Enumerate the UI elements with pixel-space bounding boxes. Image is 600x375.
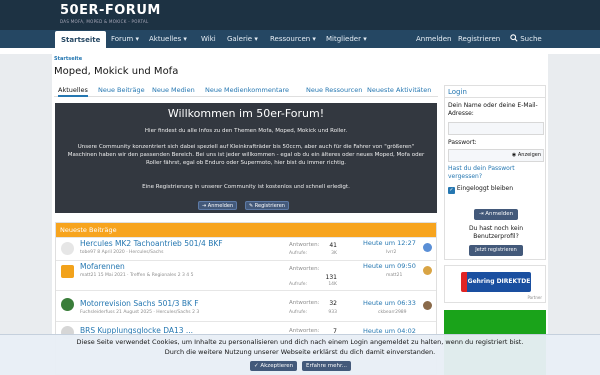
thread-row[interactable]: Mofarennen matt21 15 Mai 2021 · Treffen … bbox=[56, 260, 436, 289]
welcome-register-note: Eine Registrierung in unserer Community … bbox=[142, 184, 350, 190]
chevron-down-icon: ▾ bbox=[135, 35, 139, 43]
login-icon: ⇥ bbox=[202, 203, 207, 209]
nav-galerie[interactable]: Galerie ▾ bbox=[227, 30, 258, 48]
nav-startseite[interactable]: Startseite bbox=[55, 31, 107, 48]
password-field[interactable]: ◉ Anzeigen bbox=[448, 149, 544, 162]
site-logo[interactable]: 50ER-FORUM bbox=[60, 3, 161, 18]
tab-aktuelles[interactable]: Aktuelles bbox=[58, 83, 88, 97]
nav-forum[interactable]: Forum ▾ bbox=[111, 30, 139, 48]
views-count: 933 bbox=[328, 310, 337, 315]
pencil-icon: ✎ bbox=[249, 203, 254, 209]
tab-neue-ressourcen[interactable]: Neue Ressourcen bbox=[306, 83, 362, 97]
last-post-user[interactable]: ckbearr2989 bbox=[378, 310, 407, 315]
answers-count: 32 bbox=[329, 300, 337, 307]
login-icon: ⇥ bbox=[478, 211, 484, 217]
nav-mitglieder[interactable]: Mitglieder ▾ bbox=[326, 30, 367, 48]
cookie-notice: Diese Seite verwendet Cookies, um Inhalt… bbox=[0, 334, 600, 375]
views-count: 14K bbox=[328, 282, 337, 287]
username-field[interactable] bbox=[448, 122, 544, 135]
cookie-text-2: Durch die weitere Nutzung unserer Websei… bbox=[164, 348, 436, 356]
thread-meta: matt21 15 Mai 2021 · Treffen & Regionale… bbox=[80, 273, 194, 278]
last-post-user[interactable]: matt21 bbox=[386, 273, 402, 278]
site-header: 50ER-FORUM DAS MOFA, MOPED & MOKICK - PO… bbox=[0, 0, 600, 30]
search-icon bbox=[510, 34, 518, 42]
last-post-time[interactable]: Heute um 06:33 bbox=[363, 299, 416, 307]
thread-title[interactable]: Mofarennen bbox=[80, 262, 125, 271]
show-password-toggle[interactable]: ◉ Anzeigen bbox=[512, 152, 541, 158]
last-post-user[interactable]: lvrr2 bbox=[386, 250, 396, 255]
welcome-login-button[interactable]: ⇥ Anmelden bbox=[198, 201, 238, 210]
login-link[interactable]: Anmelden bbox=[416, 30, 451, 48]
forgot-password-link[interactable]: Hast du dein Passwort vergessen? bbox=[448, 165, 542, 181]
views-label: Aufrufe: bbox=[289, 310, 308, 315]
thread-meta: tobe97 8 April 2020 · Hercules/Sachs bbox=[80, 250, 164, 255]
answers-count: 131 bbox=[325, 274, 337, 281]
newest-posts-heading: Neueste Beiträge bbox=[56, 223, 436, 237]
views-label: Aufrufe: bbox=[289, 282, 308, 287]
breadcrumb[interactable]: Startseite bbox=[54, 56, 82, 62]
check-icon: ✓ bbox=[254, 363, 259, 369]
partner-banner[interactable]: Gehring DIREKTDE Partner bbox=[444, 265, 546, 303]
welcome-text: Unsere Community konzentriert sich dabei… bbox=[67, 144, 425, 166]
avatar bbox=[61, 298, 74, 311]
thread-title[interactable]: Motorrevision Sachs 501/3 BK F bbox=[80, 299, 199, 308]
login-title: Login bbox=[445, 86, 545, 98]
chevron-down-icon: ▾ bbox=[183, 35, 187, 43]
chevron-down-icon: ▾ bbox=[254, 35, 258, 43]
tab-neue-medien[interactable]: Neue Medien bbox=[152, 83, 195, 97]
register-now-button[interactable]: Jetzt registrieren bbox=[469, 245, 523, 256]
learn-more-button[interactable]: Erfahre mehr... bbox=[302, 361, 352, 371]
login-sidebar: Login Dein Name oder deine E-Mail-Adress… bbox=[444, 85, 546, 260]
chevron-down-icon: ▾ bbox=[363, 35, 367, 43]
avatar bbox=[61, 242, 74, 255]
tab-bar: Aktuelles Neue Beiträge Neue Medien Neue… bbox=[54, 83, 438, 97]
login-button[interactable]: ⇥ Anmelden bbox=[474, 209, 518, 220]
views-count: 3K bbox=[331, 251, 337, 256]
accept-cookies-button[interactable]: ✓ Akzeptieren bbox=[250, 361, 298, 371]
thread-row[interactable]: Motorrevision Sachs 501/3 BK F Fuchsleid… bbox=[56, 290, 436, 320]
main-nav: Startseite Forum ▾ Aktuelles ▾ Wiki Gale… bbox=[0, 30, 600, 48]
thread-title[interactable]: Hercules MK2 Tachoantrieb 501/4 BKF bbox=[80, 239, 223, 248]
username-label: Dein Name oder deine E-Mail-Adresse: bbox=[448, 102, 538, 117]
answers-label: Antworten: bbox=[289, 266, 320, 272]
register-link[interactable]: Registrieren bbox=[458, 30, 500, 48]
tab-neue-beitraege[interactable]: Neue Beiträge bbox=[98, 83, 145, 97]
avatar bbox=[423, 301, 432, 310]
partner-logo: Gehring DIREKTDE bbox=[461, 272, 531, 292]
thread-meta: Fuchsleiderfuss 21 August 2025 · Hercule… bbox=[80, 310, 200, 315]
tab-neue-medienkommentare[interactable]: Neue Medienkommentare bbox=[205, 83, 289, 97]
avatar bbox=[423, 266, 432, 275]
chevron-down-icon: ▾ bbox=[312, 35, 316, 43]
welcome-block: Willkommen im 50er-Forum! Hier findest d… bbox=[55, 103, 437, 213]
answers-label: Antworten: bbox=[289, 242, 320, 248]
eye-icon: ◉ bbox=[511, 152, 517, 158]
search-button[interactable]: Suche bbox=[510, 30, 542, 48]
remember-me[interactable]: ✓ Eingeloggt bleiben bbox=[448, 185, 542, 194]
views-label: Aufrufe: bbox=[289, 251, 308, 256]
tab-neueste-aktivitaeten[interactable]: Neueste Aktivitäten bbox=[367, 83, 431, 97]
thread-row[interactable]: Hercules MK2 Tachoantrieb 501/4 BKF tobe… bbox=[56, 237, 436, 259]
answers-label: Antworten: bbox=[289, 300, 320, 306]
site-tagline: DAS MOFA, MOPED & MOKICK - PORTAL bbox=[60, 19, 149, 24]
nav-aktuelles[interactable]: Aktuelles ▾ bbox=[149, 30, 187, 48]
avatar bbox=[61, 265, 74, 278]
partner-caption: Partner bbox=[527, 295, 542, 300]
page-title: Moped, Mokick und Mofa bbox=[54, 66, 179, 77]
nav-wiki[interactable]: Wiki bbox=[201, 30, 216, 48]
cookie-text: Diese Seite verwendet Cookies, um Inhalt… bbox=[76, 338, 524, 346]
no-account-text: Du hast noch kein Benutzerprofil? bbox=[468, 225, 524, 240]
avatar bbox=[423, 243, 432, 252]
last-post-time[interactable]: Heute um 12:27 bbox=[363, 239, 416, 247]
last-post-time[interactable]: Heute um 09:50 bbox=[363, 262, 416, 270]
welcome-intro: Hier findest du alle Infos zu den Themen… bbox=[144, 128, 348, 134]
welcome-title: Willkommen im 50er-Forum! bbox=[167, 107, 325, 120]
checkbox-icon[interactable]: ✓ bbox=[448, 187, 455, 194]
nav-ressourcen[interactable]: Ressourcen ▾ bbox=[270, 30, 316, 48]
password-label: Passwort: bbox=[448, 139, 477, 146]
welcome-register-button[interactable]: ✎ Registrieren bbox=[245, 201, 289, 210]
answers-count: 41 bbox=[329, 242, 337, 249]
